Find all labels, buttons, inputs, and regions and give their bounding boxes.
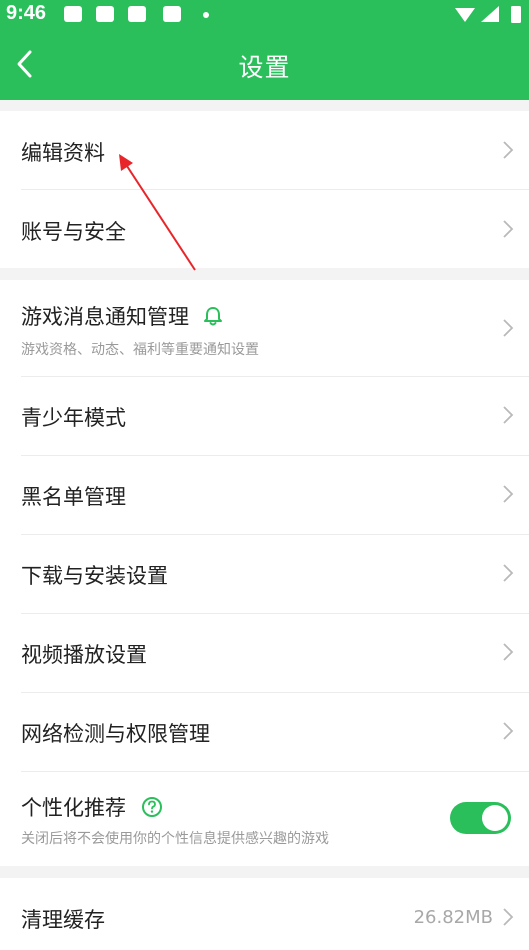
bell-icon	[203, 307, 222, 326]
system-status-icons	[455, 6, 521, 23]
personalized-recommend-toggle[interactable]	[450, 802, 511, 834]
battery-icon	[511, 6, 521, 23]
video-playback-label: 视频播放设置	[21, 643, 147, 667]
app-notification-icon-2	[128, 6, 146, 22]
clear-cache-item[interactable]: 清理缓存 26.82MB	[0, 878, 529, 950]
settings-section: 游戏消息通知管理 游戏资格、动态、福利等重要通知设置 青少年模式 黑名单管理 下…	[0, 280, 529, 866]
personalized-recommend-label: 个性化推荐	[21, 792, 163, 822]
wifi-icon	[455, 8, 475, 22]
chevron-right-icon	[503, 141, 514, 159]
signal-icon	[481, 6, 499, 22]
cache-section: 清理缓存 26.82MB	[0, 878, 529, 950]
more-notifications-dot	[203, 12, 209, 18]
edit-profile-item[interactable]: 编辑资料	[0, 111, 529, 189]
cache-size-value: 26.82MB	[413, 907, 493, 928]
edit-profile-label: 编辑资料	[21, 141, 105, 165]
download-install-label: 下载与安装设置	[21, 564, 168, 588]
status-time: 9:46	[6, 2, 47, 24]
text-notification-icon	[163, 6, 181, 22]
teen-mode-item[interactable]: 青少年模式	[0, 377, 529, 455]
personalized-recommend-desc: 关闭后将不会使用你的个性信息提供感兴趣的游戏	[21, 831, 329, 847]
page-title: 设置	[238, 53, 291, 82]
account-section: 编辑资料 账号与安全	[0, 111, 529, 268]
account-security-item[interactable]: 账号与安全	[0, 190, 529, 268]
toggle-knob	[482, 805, 508, 831]
chevron-right-icon	[503, 643, 514, 661]
chevron-right-icon	[503, 406, 514, 424]
personalized-recommend-title: 个性化推荐	[21, 796, 126, 820]
chevron-right-icon	[503, 908, 514, 926]
account-security-label: 账号与安全	[21, 220, 126, 244]
chevron-right-icon	[503, 722, 514, 740]
notification-settings-item[interactable]: 游戏消息通知管理 游戏资格、动态、福利等重要通知设置	[0, 280, 529, 376]
help-circle-icon[interactable]	[141, 796, 163, 818]
image-notification-icon	[64, 6, 82, 22]
network-permission-item[interactable]: 网络检测与权限管理	[0, 693, 529, 771]
download-install-item[interactable]: 下载与安装设置	[0, 535, 529, 613]
chevron-right-icon	[503, 564, 514, 582]
notification-settings-label: 游戏消息通知管理	[21, 301, 224, 331]
blacklist-item[interactable]: 黑名单管理	[0, 456, 529, 534]
clear-cache-label: 清理缓存	[21, 908, 105, 932]
chevron-right-icon	[503, 485, 514, 503]
status-bar: 9:46	[0, 0, 529, 28]
notification-settings-title: 游戏消息通知管理	[21, 305, 189, 329]
video-playback-item[interactable]: 视频播放设置	[0, 614, 529, 692]
blacklist-label: 黑名单管理	[21, 485, 126, 509]
chevron-right-icon	[503, 220, 514, 238]
chevron-right-icon	[503, 319, 514, 337]
network-permission-label: 网络检测与权限管理	[21, 722, 210, 746]
teen-mode-label: 青少年模式	[21, 406, 126, 430]
app-notification-icon	[96, 6, 114, 22]
personalized-recommend-item: 个性化推荐 关闭后将不会使用你的个性信息提供感兴趣的游戏	[0, 772, 529, 866]
notification-settings-desc: 游戏资格、动态、福利等重要通知设置	[21, 342, 259, 358]
app-bar: 设置	[0, 28, 529, 100]
